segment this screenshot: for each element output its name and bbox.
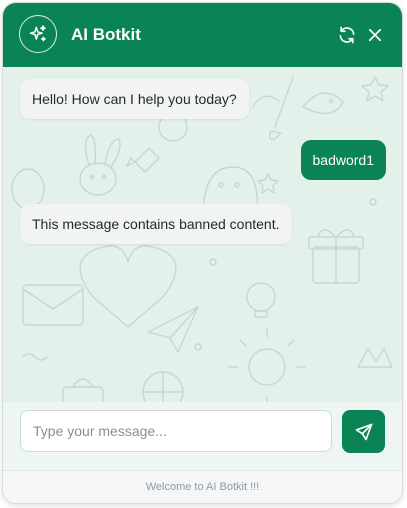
refresh-icon [339, 26, 355, 44]
composer [3, 402, 402, 470]
message-list[interactable]: Hello! How can I help you today? badword… [3, 67, 402, 402]
bot-message: This message contains banned content. [20, 204, 292, 244]
chat-title: AI Botkit [71, 25, 141, 44]
footer-text: Welcome to AI Botkit !!! [3, 470, 402, 503]
bot-avatar [19, 15, 57, 53]
bot-message: Hello! How can I help you today? [20, 79, 249, 119]
send-button[interactable] [342, 410, 385, 453]
send-icon [355, 423, 372, 440]
close-icon [368, 28, 382, 42]
chat-widget: AI Botkit Hello! How can I help you toda… [2, 2, 403, 504]
sparkles-icon [29, 25, 46, 42]
chat-header: AI Botkit [3, 3, 402, 67]
user-message: badword1 [300, 140, 386, 180]
message-input[interactable] [20, 410, 332, 452]
close-button[interactable] [365, 25, 385, 45]
refresh-button[interactable] [337, 25, 357, 45]
